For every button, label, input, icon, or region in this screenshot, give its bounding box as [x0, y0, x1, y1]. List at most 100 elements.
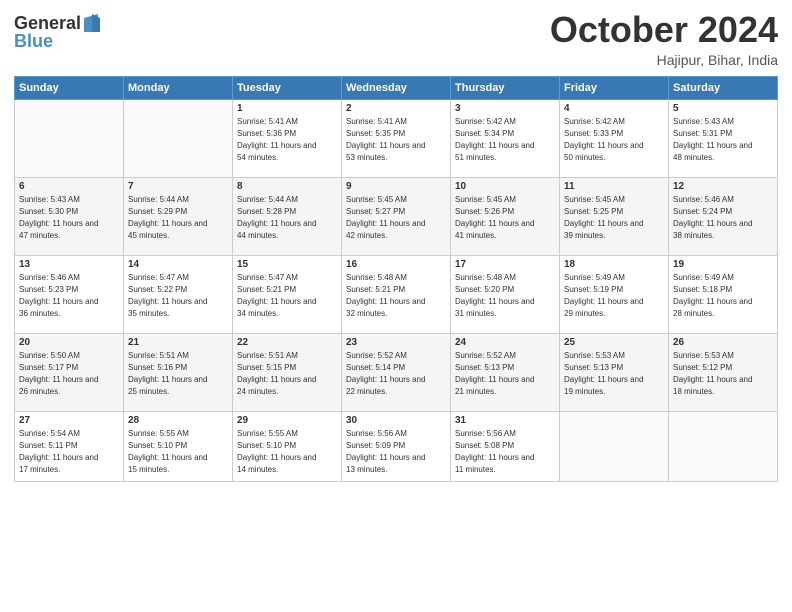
- day-info: Sunrise: 5:42 AM Sunset: 5:33 PM Dayligh…: [564, 116, 664, 164]
- calendar-cell: 27 Sunrise: 5:54 AM Sunset: 5:11 PM Dayli…: [15, 411, 124, 481]
- month-title: October 2024: [550, 10, 778, 50]
- calendar-cell: 24Sunrise: 5:52 AM Sunset: 5:13 PM Dayli…: [451, 333, 560, 411]
- calendar-cell: 14 Sunrise: 5:47 AM Sunset: 5:22 PM Dayli…: [124, 255, 233, 333]
- page-container: General Blue October 2024 Hajipur, Bihar…: [0, 0, 792, 612]
- day-header-wednesday: Wednesday: [342, 76, 451, 99]
- day-number: 1: [237, 103, 337, 114]
- calendar-cell: 30 Sunrise: 5:56 AM Sunset: 5:09 PM Dayli…: [342, 411, 451, 481]
- day-info: Sunrise: 5:43 AM Sunset: 5:31 PM Dayligh…: [673, 116, 773, 164]
- calendar-cell: 1 Sunrise: 5:41 AM Sunset: 5:36 PM Daylig…: [233, 99, 342, 177]
- day-header-friday: Friday: [560, 76, 669, 99]
- day-number: 18: [564, 259, 664, 270]
- day-info: Sunrise: 5:42 AM Sunset: 5:34 PM Dayligh…: [455, 116, 555, 164]
- day-header-tuesday: Tuesday: [233, 76, 342, 99]
- day-number: 30: [346, 415, 446, 426]
- calendar-cell: 13 Sunrise: 5:46 AM Sunset: 5:23 PM Dayli…: [15, 255, 124, 333]
- day-header-sunday: Sunday: [15, 76, 124, 99]
- day-info: Sunrise: 5:44 AM Sunset: 5:28 PM Dayligh…: [237, 194, 337, 242]
- day-info: Sunrise: 5:55 AM Sunset: 5:10 PM Dayligh…: [237, 428, 337, 476]
- calendar-cell: 31Sunrise: 5:56 AM Sunset: 5:08 PM Dayli…: [451, 411, 560, 481]
- day-info: Sunrise: 5:41 AM Sunset: 5:36 PM Dayligh…: [237, 116, 337, 164]
- day-info: Sunrise: 5:44 AM Sunset: 5:29 PM Dayligh…: [128, 194, 228, 242]
- header-row: SundayMondayTuesdayWednesdayThursdayFrid…: [15, 76, 778, 99]
- calendar-cell: 9 Sunrise: 5:45 AM Sunset: 5:27 PM Daylig…: [342, 177, 451, 255]
- logo-text-blue: Blue: [14, 32, 53, 52]
- logo: General Blue: [14, 14, 100, 52]
- calendar-cell: 7 Sunrise: 5:44 AM Sunset: 5:29 PM Daylig…: [124, 177, 233, 255]
- day-number: 9: [346, 181, 446, 192]
- calendar-cell: [15, 99, 124, 177]
- calendar-cell: 26Sunrise: 5:53 AM Sunset: 5:12 PM Dayli…: [669, 333, 778, 411]
- calendar-cell: 25 Sunrise: 5:53 AM Sunset: 5:13 PM Dayli…: [560, 333, 669, 411]
- day-number: 21: [128, 337, 228, 348]
- day-number: 22: [237, 337, 337, 348]
- calendar-cell: 21 Sunrise: 5:51 AM Sunset: 5:16 PM Dayli…: [124, 333, 233, 411]
- day-info: Sunrise: 5:51 AM Sunset: 5:16 PM Dayligh…: [128, 350, 228, 398]
- calendar-cell: 6 Sunrise: 5:43 AM Sunset: 5:30 PM Daylig…: [15, 177, 124, 255]
- day-info: Sunrise: 5:54 AM Sunset: 5:11 PM Dayligh…: [19, 428, 119, 476]
- day-number: 13: [19, 259, 119, 270]
- day-number: 19: [673, 259, 773, 270]
- day-number: 7: [128, 181, 228, 192]
- day-info: Sunrise: 5:46 AM Sunset: 5:23 PM Dayligh…: [19, 272, 119, 320]
- day-number: 6: [19, 181, 119, 192]
- day-info: Sunrise: 5:45 AM Sunset: 5:25 PM Dayligh…: [564, 194, 664, 242]
- header: General Blue October 2024 Hajipur, Bihar…: [14, 10, 778, 68]
- day-info: Sunrise: 5:48 AM Sunset: 5:21 PM Dayligh…: [346, 272, 446, 320]
- day-info: Sunrise: 5:47 AM Sunset: 5:22 PM Dayligh…: [128, 272, 228, 320]
- day-number: 28: [128, 415, 228, 426]
- week-row-5: 27 Sunrise: 5:54 AM Sunset: 5:11 PM Dayli…: [15, 411, 778, 481]
- calendar-cell: 22Sunrise: 5:51 AM Sunset: 5:15 PM Dayli…: [233, 333, 342, 411]
- calendar-cell: 19 Sunrise: 5:49 AM Sunset: 5:18 PM Dayli…: [669, 255, 778, 333]
- day-info: Sunrise: 5:49 AM Sunset: 5:18 PM Dayligh…: [673, 272, 773, 320]
- day-header-saturday: Saturday: [669, 76, 778, 99]
- day-info: Sunrise: 5:46 AM Sunset: 5:24 PM Dayligh…: [673, 194, 773, 242]
- day-info: Sunrise: 5:55 AM Sunset: 5:10 PM Dayligh…: [128, 428, 228, 476]
- day-number: 17: [455, 259, 555, 270]
- logo-icon: [82, 12, 100, 34]
- calendar-cell: 20 Sunrise: 5:50 AM Sunset: 5:17 PM Dayli…: [15, 333, 124, 411]
- day-number: 25: [564, 337, 664, 348]
- day-number: 12: [673, 181, 773, 192]
- day-number: 4: [564, 103, 664, 114]
- day-info: Sunrise: 5:45 AM Sunset: 5:27 PM Dayligh…: [346, 194, 446, 242]
- day-number: 3: [455, 103, 555, 114]
- day-info: Sunrise: 5:56 AM Sunset: 5:09 PM Dayligh…: [346, 428, 446, 476]
- day-info: Sunrise: 5:53 AM Sunset: 5:13 PM Dayligh…: [564, 350, 664, 398]
- day-info: Sunrise: 5:52 AM Sunset: 5:14 PM Dayligh…: [346, 350, 446, 398]
- calendar-cell: 12 Sunrise: 5:46 AM Sunset: 5:24 PM Dayli…: [669, 177, 778, 255]
- week-row-3: 13 Sunrise: 5:46 AM Sunset: 5:23 PM Dayli…: [15, 255, 778, 333]
- calendar-cell: 15Sunrise: 5:47 AM Sunset: 5:21 PM Dayli…: [233, 255, 342, 333]
- week-row-1: 1 Sunrise: 5:41 AM Sunset: 5:36 PM Daylig…: [15, 99, 778, 177]
- day-number: 5: [673, 103, 773, 114]
- day-info: Sunrise: 5:50 AM Sunset: 5:17 PM Dayligh…: [19, 350, 119, 398]
- day-info: Sunrise: 5:49 AM Sunset: 5:19 PM Dayligh…: [564, 272, 664, 320]
- week-row-4: 20 Sunrise: 5:50 AM Sunset: 5:17 PM Dayli…: [15, 333, 778, 411]
- day-number: 2: [346, 103, 446, 114]
- day-info: Sunrise: 5:41 AM Sunset: 5:35 PM Dayligh…: [346, 116, 446, 164]
- calendar-cell: 16Sunrise: 5:48 AM Sunset: 5:21 PM Dayli…: [342, 255, 451, 333]
- calendar-cell: 28 Sunrise: 5:55 AM Sunset: 5:10 PM Dayli…: [124, 411, 233, 481]
- day-info: Sunrise: 5:53 AM Sunset: 5:12 PM Dayligh…: [673, 350, 773, 398]
- calendar-cell: 8 Sunrise: 5:44 AM Sunset: 5:28 PM Daylig…: [233, 177, 342, 255]
- day-info: Sunrise: 5:43 AM Sunset: 5:30 PM Dayligh…: [19, 194, 119, 242]
- day-number: 23: [346, 337, 446, 348]
- day-number: 8: [237, 181, 337, 192]
- calendar-cell: 18 Sunrise: 5:49 AM Sunset: 5:19 PM Dayli…: [560, 255, 669, 333]
- day-number: 14: [128, 259, 228, 270]
- day-info: Sunrise: 5:48 AM Sunset: 5:20 PM Dayligh…: [455, 272, 555, 320]
- calendar-cell: [560, 411, 669, 481]
- day-info: Sunrise: 5:52 AM Sunset: 5:13 PM Dayligh…: [455, 350, 555, 398]
- title-block: October 2024 Hajipur, Bihar, India: [550, 10, 778, 68]
- calendar-cell: 23 Sunrise: 5:52 AM Sunset: 5:14 PM Dayli…: [342, 333, 451, 411]
- day-number: 20: [19, 337, 119, 348]
- calendar-table: SundayMondayTuesdayWednesdayThursdayFrid…: [14, 76, 778, 482]
- day-number: 10: [455, 181, 555, 192]
- day-info: Sunrise: 5:56 AM Sunset: 5:08 PM Dayligh…: [455, 428, 555, 476]
- day-header-monday: Monday: [124, 76, 233, 99]
- day-info: Sunrise: 5:45 AM Sunset: 5:26 PM Dayligh…: [455, 194, 555, 242]
- calendar-cell: 29Sunrise: 5:55 AM Sunset: 5:10 PM Dayli…: [233, 411, 342, 481]
- day-number: 27: [19, 415, 119, 426]
- day-number: 15: [237, 259, 337, 270]
- day-number: 11: [564, 181, 664, 192]
